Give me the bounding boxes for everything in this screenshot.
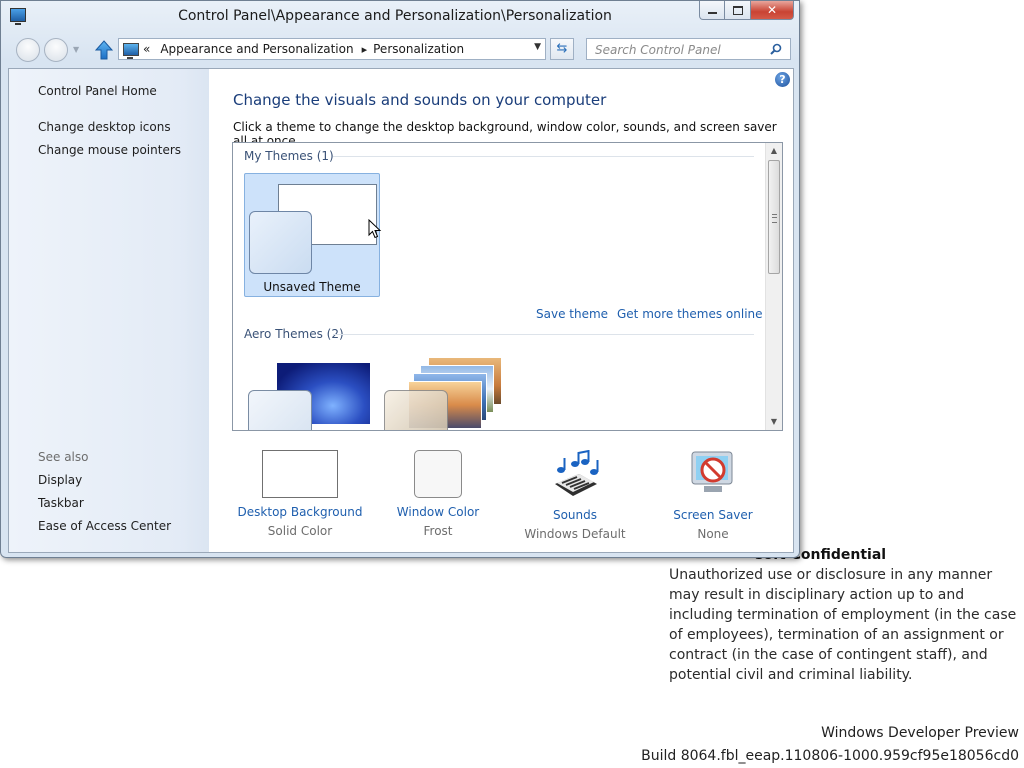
group-my-themes[interactable]: My Themes (1) — [244, 149, 334, 163]
screen-saver-icon — [691, 451, 733, 492]
scroll-thumb[interactable] — [768, 160, 780, 274]
save-theme-link[interactable]: Save theme — [536, 307, 608, 321]
breadcrumb-personalization[interactable]: Personalization — [373, 42, 464, 56]
back-button[interactable] — [16, 38, 40, 62]
maximize-button[interactable] — [725, 1, 751, 20]
setting-value: Solid Color — [267, 524, 333, 538]
sounds-setting[interactable]: Sounds Windows Default — [510, 449, 640, 541]
breadcrumb-appearance[interactable]: Appearance and Personalization — [160, 42, 353, 56]
window-title: Control Panel\Appearance and Personaliza… — [178, 8, 612, 24]
setting-label[interactable]: Sounds — [510, 508, 640, 522]
aero-theme-1-window-color — [248, 390, 312, 430]
search-icon[interactable] — [770, 43, 782, 55]
link-control-panel-home[interactable]: Control Panel Home — [38, 84, 157, 98]
setting-label[interactable]: Screen Saver — [648, 508, 778, 522]
group-divider — [333, 156, 754, 157]
close-button[interactable]: ✕ — [751, 1, 794, 20]
link-change-mouse-pointers[interactable]: Change mouse pointers — [38, 143, 181, 157]
refresh-icon: ⇆ — [556, 41, 568, 56]
caption-buttons: ✕ — [699, 1, 794, 20]
scroll-up-icon[interactable]: ▲ — [766, 143, 782, 159]
left-task-pane: Control Panel Home Change desktop icons … — [9, 69, 209, 552]
client-area: Control Panel Home Change desktop icons … — [8, 68, 794, 553]
window-color-icon — [414, 450, 462, 498]
theme-label: Unsaved Theme — [263, 280, 361, 294]
get-more-themes-link[interactable]: Get more themes online — [617, 307, 763, 321]
up-arrow-icon[interactable] — [95, 40, 113, 60]
group-divider — [333, 334, 754, 335]
setting-label[interactable]: Desktop Background — [235, 505, 365, 519]
navigation-bar: ▼ « Appearance and Personalization ▸ Per… — [1, 37, 799, 63]
desktop-background-icon — [262, 450, 338, 498]
watermark-edition: Windows Developer Preview — [821, 725, 1019, 741]
breadcrumb-overflow[interactable]: « — [143, 42, 150, 56]
theme-preview-window-color — [249, 211, 312, 274]
see-also-label: See also — [38, 450, 89, 464]
help-icon[interactable]: ? — [775, 72, 790, 87]
setting-value: Frost — [423, 524, 453, 538]
setting-value: None — [697, 527, 729, 541]
search-placeholder: Search Control Panel — [595, 43, 721, 57]
link-taskbar[interactable]: Taskbar — [38, 496, 84, 510]
address-bar[interactable]: « Appearance and Personalization ▸ Perso… — [118, 38, 546, 60]
mouse-cursor-icon — [368, 219, 382, 239]
personalization-window: Control Panel\Appearance and Personaliza… — [0, 0, 800, 558]
title-bar[interactable]: Control Panel\Appearance and Personaliza… — [1, 1, 799, 33]
screen-saver-setting[interactable]: Screen Saver None — [648, 450, 778, 541]
watermark-build: Build 8064.fbl_eeap.110806-1000.959cf95e… — [641, 748, 1019, 764]
minimize-button[interactable] — [699, 1, 725, 20]
link-ease-of-access-center[interactable]: Ease of Access Center — [38, 519, 171, 533]
control-panel-address-icon — [123, 42, 139, 59]
link-display[interactable]: Display — [38, 473, 82, 487]
link-change-desktop-icons[interactable]: Change desktop icons — [38, 120, 171, 134]
close-icon: ✕ — [766, 3, 778, 17]
theme-list-scrollbar[interactable]: ▲ ▼ — [765, 143, 782, 430]
maximize-icon — [732, 5, 743, 15]
setting-value: Windows Default — [524, 527, 626, 541]
minimize-icon — [707, 11, 717, 14]
setting-label[interactable]: Window Color — [373, 505, 503, 519]
theme-list[interactable]: My Themes (1) Unsaved Theme Save theme G… — [232, 142, 783, 431]
desktop-background-setting[interactable]: Desktop Background Solid Color — [235, 450, 365, 538]
refresh-button[interactable]: ⇆ — [550, 38, 574, 60]
group-aero-themes[interactable]: Aero Themes (2) — [244, 327, 344, 341]
aero-theme-2-window-color — [384, 390, 448, 430]
sounds-icon — [555, 449, 599, 496]
confidential-text: Unauthorized use or disclosure in any ma… — [669, 567, 1017, 683]
forward-button[interactable] — [44, 38, 68, 62]
scroll-grip-icon — [772, 214, 777, 223]
theme-unsaved[interactable]: Unsaved Theme — [244, 173, 380, 297]
breadcrumb-separator-icon[interactable]: ▸ — [362, 43, 368, 56]
recent-pages-dropdown[interactable]: ▼ — [73, 45, 79, 54]
page-heading: Change the visuals and sounds on your co… — [233, 91, 607, 109]
window-color-setting[interactable]: Window Color Frost — [373, 450, 503, 538]
scroll-down-icon[interactable]: ▼ — [766, 414, 782, 430]
confidential-notice: soft Confidential Unauthorized use or di… — [669, 545, 1019, 685]
search-input[interactable]: Search Control Panel — [586, 38, 791, 60]
address-dropdown-icon[interactable]: ▼ — [534, 42, 541, 52]
